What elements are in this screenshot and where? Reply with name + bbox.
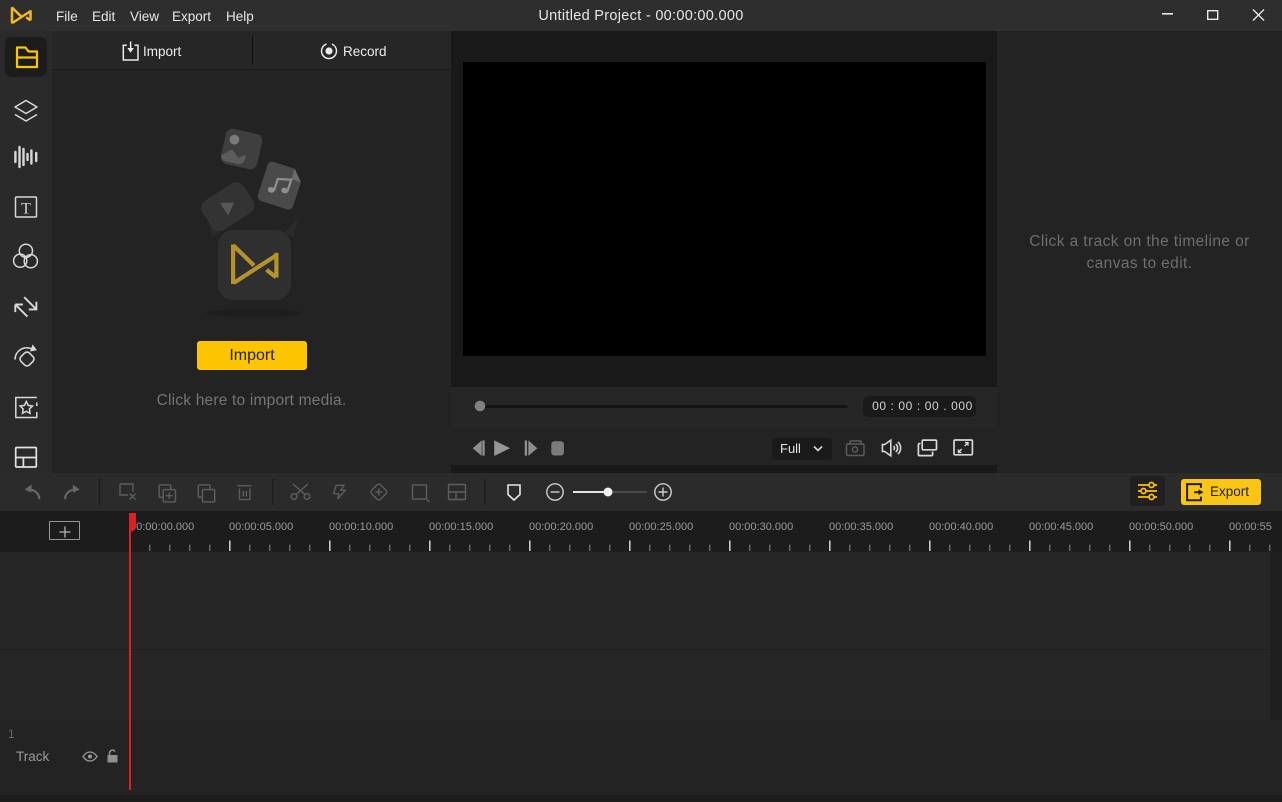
svg-text:T: T bbox=[21, 201, 31, 218]
